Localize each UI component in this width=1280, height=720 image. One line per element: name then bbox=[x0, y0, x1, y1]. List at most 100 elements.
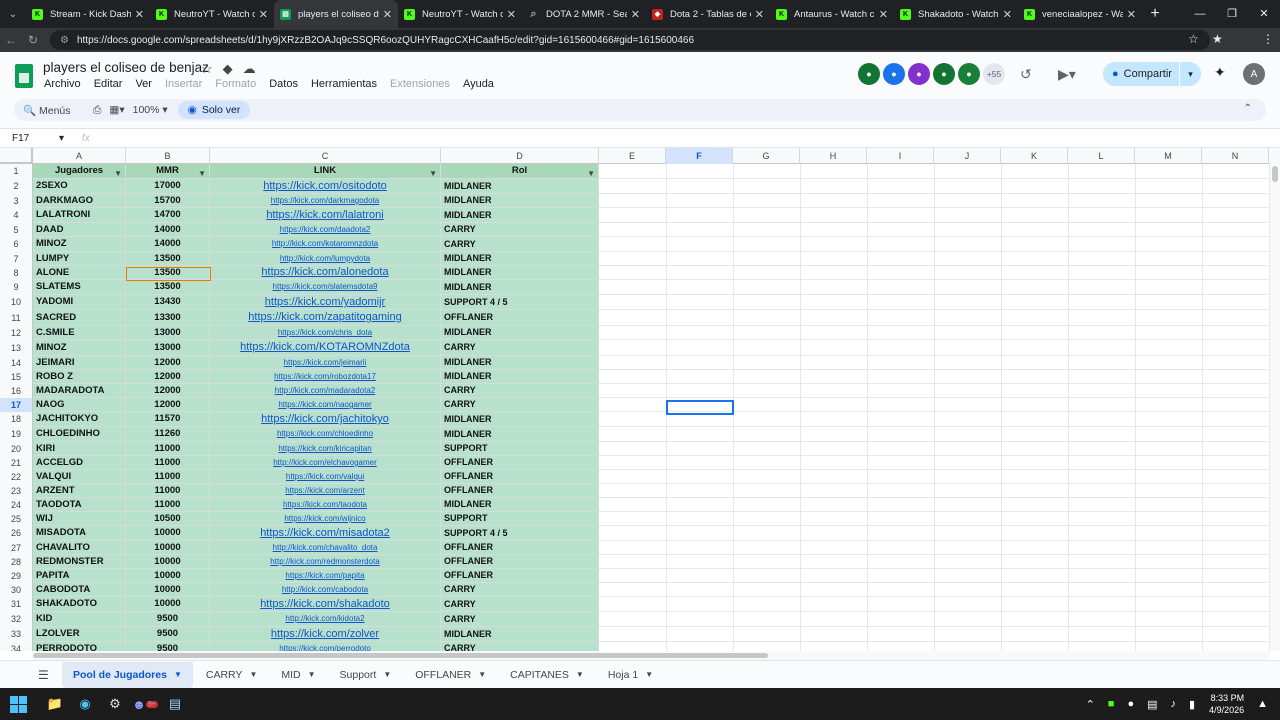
link-cell[interactable]: https://kick.com/chris_dota bbox=[210, 326, 441, 340]
player-cell[interactable]: DAAD bbox=[33, 223, 126, 237]
maximize-icon[interactable]: ❐ bbox=[1216, 0, 1248, 28]
role-cell[interactable]: MIDLANER bbox=[441, 412, 599, 427]
player-cell[interactable]: YADOMI bbox=[33, 295, 126, 310]
battery-icon[interactable]: ▮ bbox=[1189, 698, 1195, 711]
vertical-scrollbar[interactable] bbox=[1270, 148, 1280, 651]
link-cell[interactable]: https://kick.com/ositodoto bbox=[210, 179, 441, 194]
mmr-cell[interactable]: 9500 bbox=[126, 627, 210, 642]
column-header-g[interactable]: G bbox=[733, 148, 800, 164]
close-tab-icon[interactable]: ✕ bbox=[755, 8, 764, 21]
link-cell[interactable]: http://kick.com/kidota2 bbox=[210, 612, 441, 627]
user-avatar[interactable]: A bbox=[1243, 63, 1265, 85]
role-cell[interactable]: MIDLANER bbox=[441, 498, 599, 512]
mmr-cell[interactable]: 11000 bbox=[126, 442, 210, 456]
mmr-cell[interactable]: 10000 bbox=[126, 583, 210, 597]
role-cell[interactable]: MIDLANER bbox=[441, 627, 599, 642]
link-cell[interactable]: https://kick.com/shakadoto bbox=[210, 597, 441, 612]
link-cell[interactable]: https://kick.com/kiricapitan bbox=[210, 442, 441, 456]
player-cell[interactable]: LUMPY bbox=[33, 252, 126, 266]
player-cell[interactable]: SHAKADOTO bbox=[33, 597, 126, 612]
column-header-c[interactable]: C bbox=[210, 148, 441, 164]
sheet-tab-dropdown-icon[interactable]: ▼ bbox=[576, 670, 584, 679]
url-field[interactable]: ⚙ https://docs.google.com/spreadsheets/d… bbox=[50, 30, 1210, 50]
menu-ver[interactable]: Ver bbox=[135, 78, 152, 90]
player-cell[interactable]: WIJ bbox=[33, 512, 126, 526]
table-row[interactable]: SLATEMS 13500 https://kick.com/slatemsdota… bbox=[33, 280, 599, 295]
sheet-tab[interactable]: Hoja 1 ▼ bbox=[597, 662, 664, 688]
table-row[interactable]: LALATRONI 14700 https://kick.com/lalatroni… bbox=[33, 208, 599, 223]
player-cell[interactable]: SACRED bbox=[33, 310, 126, 326]
table-row[interactable]: DAAD 14000 https://kick.com/daadota2 CARRY bbox=[33, 223, 599, 237]
player-cell[interactable]: C.SMILE bbox=[33, 326, 126, 340]
link-cell[interactable]: https://kick.com/chloedinho bbox=[210, 427, 441, 442]
player-cell[interactable]: ALONE bbox=[33, 266, 126, 280]
tray-overflow-icon[interactable]: ⌃ bbox=[1086, 698, 1095, 711]
row-header[interactable]: 26 bbox=[0, 526, 33, 541]
role-cell[interactable]: MIDLANER bbox=[441, 427, 599, 442]
mmr-cell[interactable]: 10000 bbox=[126, 597, 210, 612]
column-header-j[interactable]: J bbox=[934, 148, 1001, 164]
table-row[interactable]: JEIMARI 12000 https://kick.com/jeimarii MID… bbox=[33, 356, 599, 370]
table-row[interactable]: WIJ 10500 https://kick.com/wijnico SUPPORT bbox=[33, 512, 599, 526]
column-header-e[interactable]: E bbox=[599, 148, 666, 164]
browser-tab[interactable]: K NeutroYT - Watch clips ✕ bbox=[150, 0, 274, 28]
sheet-tab[interactable]: CAPITANES ▼ bbox=[499, 662, 595, 688]
clock[interactable]: 8:33 PM 4/9/2026 bbox=[1209, 692, 1244, 716]
role-cell[interactable]: CARRY bbox=[441, 384, 599, 398]
column-header-b[interactable]: B bbox=[126, 148, 210, 164]
link-cell[interactable]: https://kick.com/slatemsdota9 bbox=[210, 280, 441, 295]
link-cell[interactable]: https://kick.com/arzent bbox=[210, 484, 441, 498]
role-cell[interactable]: OFFLANER bbox=[441, 470, 599, 484]
link-cell[interactable]: https://kick.com/misadota2 bbox=[210, 526, 441, 541]
role-cell[interactable]: SUPPORT 4 / 5 bbox=[441, 295, 599, 310]
mmr-cell[interactable]: 9500 bbox=[126, 642, 210, 651]
table-row[interactable]: SACRED 13300 https://kick.com/zapatitogami… bbox=[33, 310, 599, 326]
scroll-thumb[interactable] bbox=[33, 653, 768, 658]
menu-ayuda[interactable]: Ayuda bbox=[463, 78, 494, 90]
player-cell[interactable]: MADARADOTA bbox=[33, 384, 126, 398]
row-header[interactable]: 33 bbox=[0, 627, 33, 642]
view-only-chip[interactable]: ◉ Solo ver bbox=[177, 101, 251, 119]
collaborator-avatar[interactable]: ● bbox=[958, 63, 980, 85]
browser-tab[interactable]: K Stream - Kick Dashboar ✕ bbox=[26, 0, 150, 28]
table-row[interactable]: C.SMILE 13000 https://kick.com/chris_dota M… bbox=[33, 326, 599, 340]
player-cell[interactable]: NAOG bbox=[33, 398, 126, 412]
mmr-cell[interactable]: 12000 bbox=[126, 370, 210, 384]
player-cell[interactable]: CHLOEDINHO bbox=[33, 427, 126, 442]
column-header-l[interactable]: L bbox=[1068, 148, 1135, 164]
mmr-cell[interactable]: 9500 bbox=[126, 612, 210, 627]
player-cell[interactable]: TAODOTA bbox=[33, 498, 126, 512]
scroll-thumb[interactable] bbox=[1272, 166, 1278, 182]
row-header[interactable]: 1 bbox=[0, 164, 33, 179]
name-box[interactable]: F17 ▾ bbox=[0, 133, 70, 144]
row-header[interactable]: 31 bbox=[0, 597, 33, 612]
column-header-m[interactable]: M bbox=[1135, 148, 1202, 164]
spreadsheet-grid[interactable]: ABCDEFGHIJKLMN 1 2 3 4 5 6 7 8 9 10 11 12 13 14 15 16 17… bbox=[0, 148, 1270, 651]
collaborator-avatar[interactable]: ● bbox=[908, 63, 930, 85]
role-cell[interactable]: CARRY bbox=[441, 597, 599, 612]
player-cell[interactable]: SLATEMS bbox=[33, 280, 126, 295]
row-header[interactable]: 11 bbox=[0, 310, 33, 326]
role-cell[interactable]: OFFLANER bbox=[441, 484, 599, 498]
link-cell[interactable]: https://kick.com/robozdota17 bbox=[210, 370, 441, 384]
row-header[interactable]: 10 bbox=[0, 295, 33, 310]
bookmarks-icon[interactable]: ★ bbox=[1212, 32, 1223, 46]
role-cell[interactable]: CARRY bbox=[441, 398, 599, 412]
role-cell[interactable]: SUPPORT bbox=[441, 442, 599, 456]
sheet-tab[interactable]: Support ▼ bbox=[329, 662, 403, 688]
column-header-d[interactable]: D bbox=[441, 148, 599, 164]
role-cell[interactable]: SUPPORT bbox=[441, 512, 599, 526]
role-cell[interactable]: OFFLANER bbox=[441, 541, 599, 555]
browser-tab[interactable]: K Shakadoto - Watch clip ✕ bbox=[894, 0, 1018, 28]
role-cell[interactable]: MIDLANER bbox=[441, 370, 599, 384]
player-cell[interactable]: PERRODOTO bbox=[33, 642, 126, 651]
sheet-tab-dropdown-icon[interactable]: ▼ bbox=[478, 670, 486, 679]
print-icon[interactable]: ⎙ bbox=[93, 104, 101, 117]
link-cell[interactable]: https://kick.com/naogamer bbox=[210, 398, 441, 412]
header-cell[interactable]: MMR ▼ bbox=[126, 164, 210, 179]
row-header[interactable]: 28 bbox=[0, 555, 33, 569]
sheet-tab-dropdown-icon[interactable]: ▼ bbox=[174, 670, 182, 679]
player-cell[interactable]: ARZENT bbox=[33, 484, 126, 498]
mmr-cell[interactable]: 17000 bbox=[126, 179, 210, 194]
table-row[interactable]: MINOZ 13000 https://kick.com/KOTAROMNZdota… bbox=[33, 340, 599, 356]
